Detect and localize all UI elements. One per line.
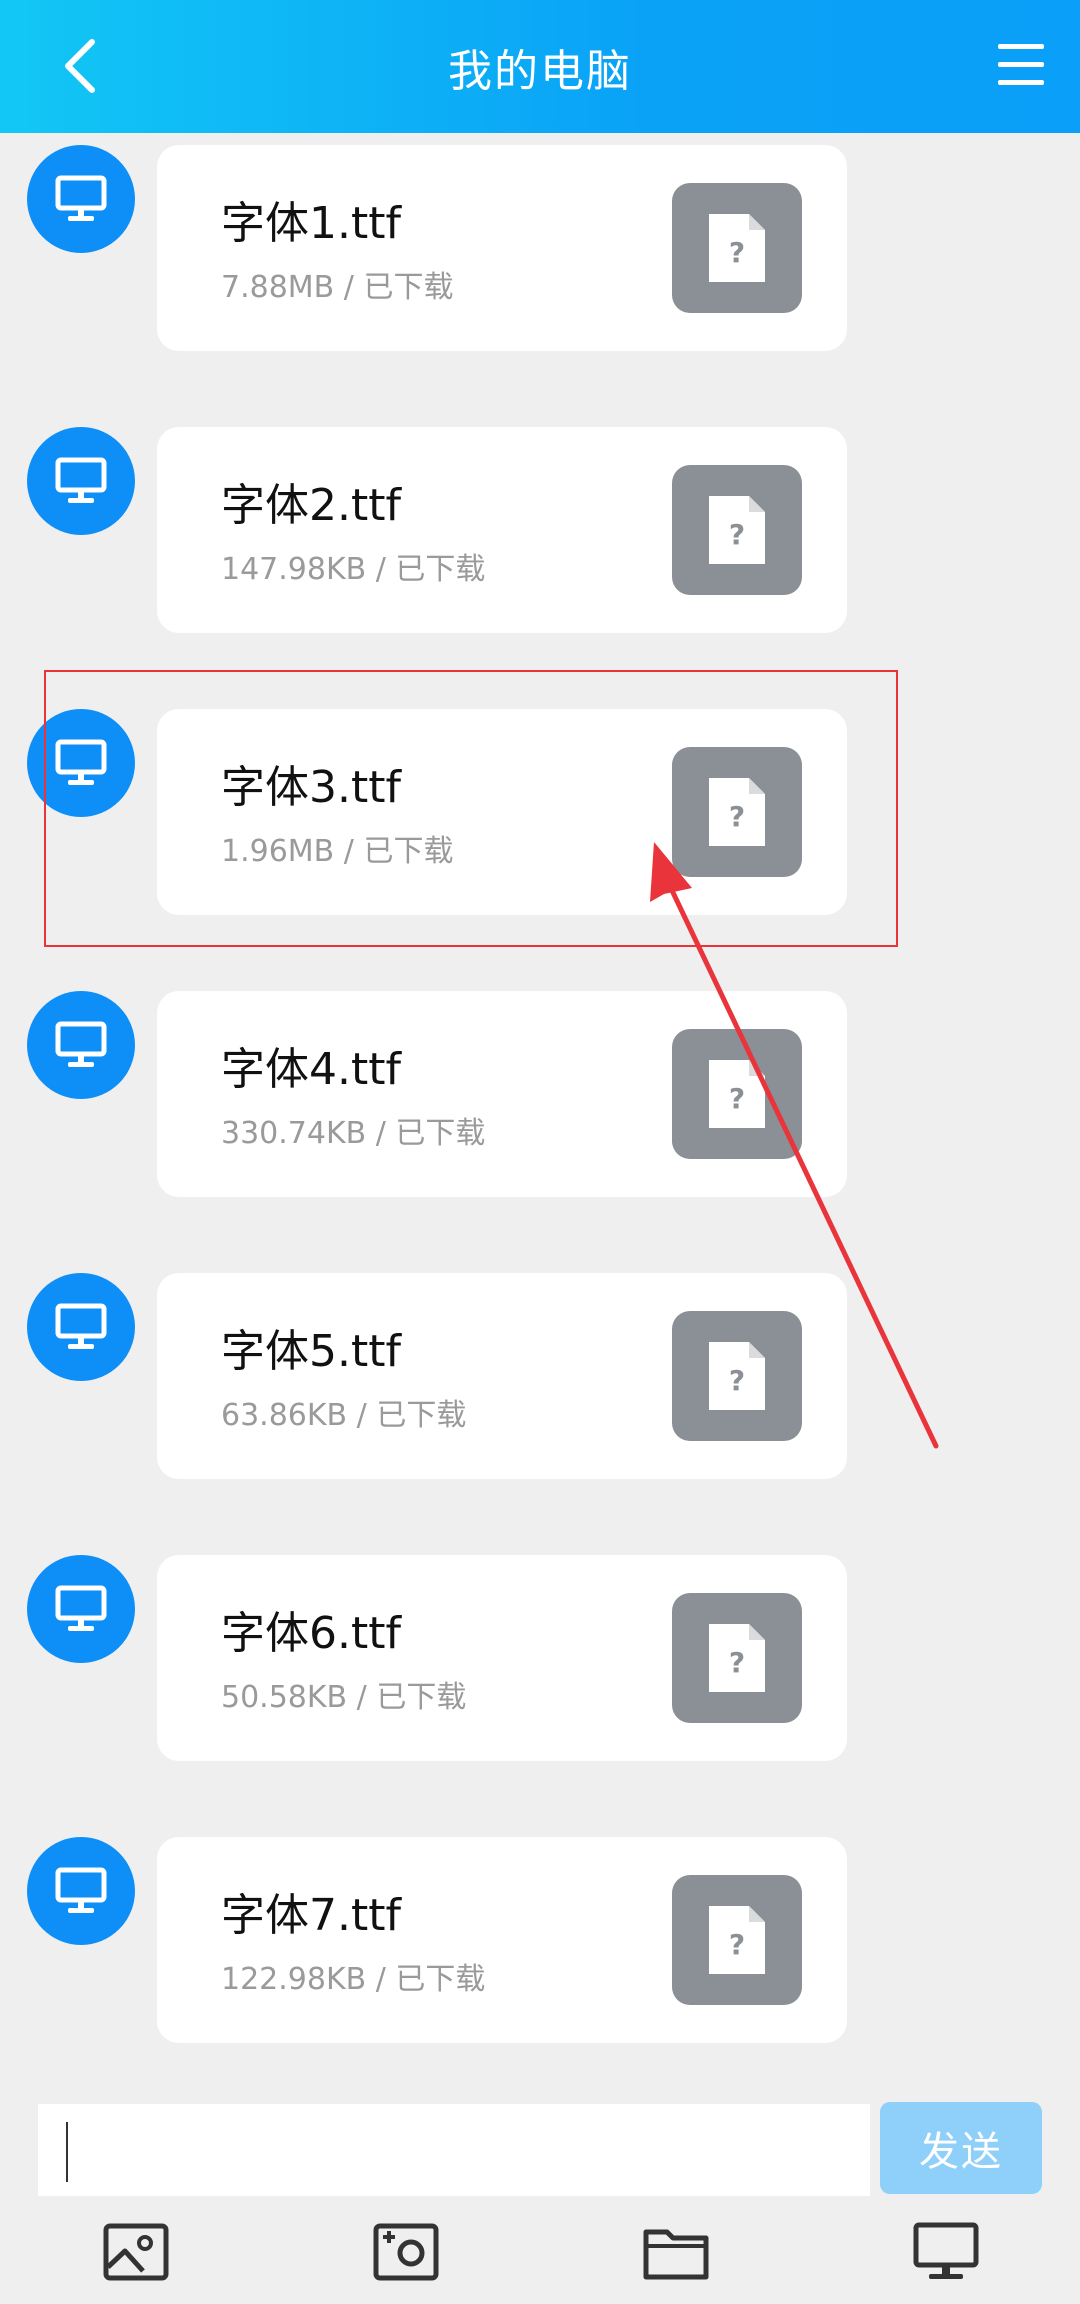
file-card[interactable]: 字体1.ttf 7.88MB / 已下载 ? (157, 145, 847, 351)
svg-text:?: ? (729, 1364, 745, 1397)
camera-button[interactable] (366, 2212, 446, 2292)
file-meta: 147.98KB / 已下载 (221, 552, 486, 587)
file-meta: 122.98KB / 已下载 (221, 1962, 486, 1997)
send-button[interactable]: 发送 (880, 2102, 1042, 2194)
list-item: 字体6.ttf 50.58KB / 已下载 ? (0, 1545, 1080, 1761)
computer-monitor-icon (55, 1585, 107, 1631)
computer-monitor-icon (55, 175, 107, 221)
svg-text:?: ? (729, 518, 745, 551)
file-meta: 50.58KB / 已下载 (221, 1680, 467, 1715)
file-name: 字体4.ttf (221, 1044, 401, 1095)
message-input[interactable] (38, 2104, 870, 2196)
svg-text:?: ? (729, 1928, 745, 1961)
file-name: 字体5.ttf (221, 1326, 401, 1377)
folder-icon (643, 2229, 709, 2280)
sender-avatar[interactable] (27, 145, 135, 253)
annotation-highlight-box (44, 670, 898, 947)
image-icon (103, 2223, 169, 2281)
list-item: 字体7.ttf 122.98KB / 已下载 ? (0, 1827, 1080, 2043)
svg-text:?: ? (729, 1082, 745, 1115)
computer-monitor-icon (55, 1303, 107, 1349)
sender-avatar[interactable] (27, 991, 135, 1099)
unknown-file-icon[interactable]: ? (672, 1029, 802, 1159)
svg-text:?: ? (729, 1646, 745, 1679)
sender-avatar[interactable] (27, 1555, 135, 1663)
sender-avatar[interactable] (27, 1837, 135, 1945)
file-card[interactable]: 字体6.ttf 50.58KB / 已下载 ? (157, 1555, 847, 1761)
file-meta: 63.86KB / 已下载 (221, 1398, 467, 1433)
file-name: 字体2.ttf (221, 480, 401, 531)
file-card[interactable]: 字体4.ttf 330.74KB / 已下载 ? (157, 991, 847, 1197)
list-item: 字体4.ttf 330.74KB / 已下载 ? (0, 981, 1080, 1197)
back-button[interactable] (50, 36, 110, 96)
computer-monitor-icon (55, 457, 107, 503)
sender-avatar[interactable] (27, 427, 135, 535)
list-item: 字体5.ttf 63.86KB / 已下载 ? (0, 1263, 1080, 1479)
sender-avatar[interactable] (27, 1273, 135, 1381)
file-card[interactable]: 字体2.ttf 147.98KB / 已下载 ? (157, 427, 847, 633)
file-name: 字体1.ttf (221, 198, 401, 249)
computer-icon (913, 2222, 979, 2279)
top-bar: 我的电脑 (0, 0, 1080, 133)
folder-button[interactable] (636, 2212, 716, 2292)
list-item: 字体2.ttf 147.98KB / 已下载 ? (0, 417, 1080, 633)
file-name: 字体6.ttf (221, 1608, 401, 1659)
file-meta: 7.88MB / 已下载 (221, 270, 454, 305)
svg-text:?: ? (729, 236, 745, 269)
chevron-left-icon (65, 39, 95, 93)
unknown-file-icon[interactable]: ? (672, 1875, 802, 2005)
file-name: 字体7.ttf (221, 1890, 401, 1941)
image-button[interactable] (96, 2212, 176, 2292)
computer-button[interactable] (906, 2212, 986, 2292)
file-card[interactable]: 字体7.ttf 122.98KB / 已下载 ? (157, 1837, 847, 2043)
file-meta: 330.74KB / 已下载 (221, 1116, 486, 1151)
composer-bar: 发送 (0, 2082, 1080, 2304)
file-card[interactable]: 字体5.ttf 63.86KB / 已下载 ? (157, 1273, 847, 1479)
computer-monitor-icon (55, 1867, 107, 1913)
unknown-file-icon[interactable]: ? (672, 1593, 802, 1723)
page-title: 我的电脑 (448, 45, 632, 97)
text-caret (66, 2122, 68, 2182)
computer-monitor-icon (55, 1021, 107, 1067)
unknown-file-icon[interactable]: ? (672, 1311, 802, 1441)
unknown-file-icon[interactable]: ? (672, 183, 802, 313)
camera-icon (373, 2223, 439, 2281)
list-item: 字体1.ttf 7.88MB / 已下载 ? (0, 135, 1080, 351)
unknown-file-icon[interactable]: ? (672, 465, 802, 595)
menu-button[interactable] (998, 44, 1044, 88)
hamburger-menu-icon (998, 44, 1044, 49)
